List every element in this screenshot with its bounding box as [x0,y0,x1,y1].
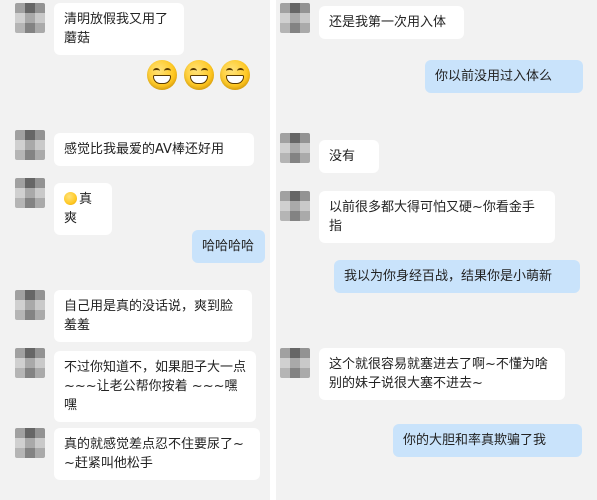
message-text: 你以前没用过入体么 [435,69,553,84]
message-text: 没有 [329,149,356,164]
message-text: 清明放假我又用了蘑菇 [64,12,169,46]
incoming-message[interactable]: 真的就感觉差点忍不住要尿了~~赶紧叫他松手 [54,428,260,480]
incoming-message[interactable]: 没有 [319,140,379,173]
message-text: 以前很多都大得可怕又硬~你看金手指 [329,200,535,234]
message-text: 感觉比我最爱的AV棒还好用 [64,142,224,157]
outgoing-message[interactable]: 我以为你身经百战，结果你是小萌新 [334,260,580,293]
contact-avatar[interactable] [280,133,310,163]
contact-avatar[interactable] [15,178,45,208]
incoming-message[interactable]: 这个就很容易就塞进去了啊~不懂为啥别的妹子说很大塞不进去~ [319,348,565,400]
sparkle-icon [64,192,77,205]
incoming-message[interactable]: 还是我第一次用入体 [319,6,464,39]
contact-avatar[interactable] [15,3,45,33]
message-text: 我以为你身经百战，结果你是小萌新 [344,269,553,284]
incoming-message[interactable]: 感觉比我最爱的AV棒还好用 [54,133,254,166]
incoming-message[interactable]: 自己用是真的没话说，爽到脸羞羞 [54,290,252,342]
chat-screenshot-collage: 清明放假我又用了蘑菇 感觉比我最爱的AV棒还好用 真爽 哈哈哈哈 自己用是真的没… [0,0,597,500]
grin-emoji [147,60,177,90]
outgoing-message[interactable]: 你以前没用过入体么 [425,60,583,93]
outgoing-message[interactable]: 你的大胆和率真欺骗了我 [393,424,582,457]
incoming-message[interactable]: 以前很多都大得可怕又硬~你看金手指 [319,191,555,243]
message-text: 还是我第一次用入体 [329,15,447,30]
message-text: 这个就很容易就塞进去了啊~不懂为啥别的妹子说很大塞不进去~ [329,357,548,391]
contact-avatar[interactable] [280,3,310,33]
right-chat-panel[interactable]: 还是我第一次用入体 你以前没用过入体么 没有 以前很多都大得可怕又硬~你看金手指… [276,0,597,500]
message-text: 真的就感觉差点忍不住要尿了~~赶紧叫他松手 [64,437,244,471]
incoming-message[interactable]: 真爽 [54,183,112,235]
contact-avatar[interactable] [280,348,310,378]
incoming-message[interactable]: 清明放假我又用了蘑菇 [54,3,184,55]
grin-emoji [184,60,214,90]
contact-avatar[interactable] [15,348,45,378]
message-text: 自己用是真的没话说，爽到脸羞羞 [64,299,234,333]
message-text: 不过你知道不，如果胆子大一点 ~~~让老公帮你按着 ~~~嘿嘿 [64,360,247,413]
contact-avatar[interactable] [280,191,310,221]
contact-avatar[interactable] [15,290,45,320]
contact-avatar[interactable] [15,130,45,160]
left-chat-panel[interactable]: 清明放假我又用了蘑菇 感觉比我最爱的AV棒还好用 真爽 哈哈哈哈 自己用是真的没… [0,0,270,500]
contact-avatar[interactable] [15,428,45,458]
message-text: 你的大胆和率真欺骗了我 [403,433,547,448]
incoming-message[interactable]: 不过你知道不，如果胆子大一点 ~~~让老公帮你按着 ~~~嘿嘿 [54,351,256,422]
message-text: 哈哈哈哈 [202,239,255,254]
grin-emoji [220,60,250,90]
outgoing-message[interactable]: 哈哈哈哈 [192,230,265,263]
